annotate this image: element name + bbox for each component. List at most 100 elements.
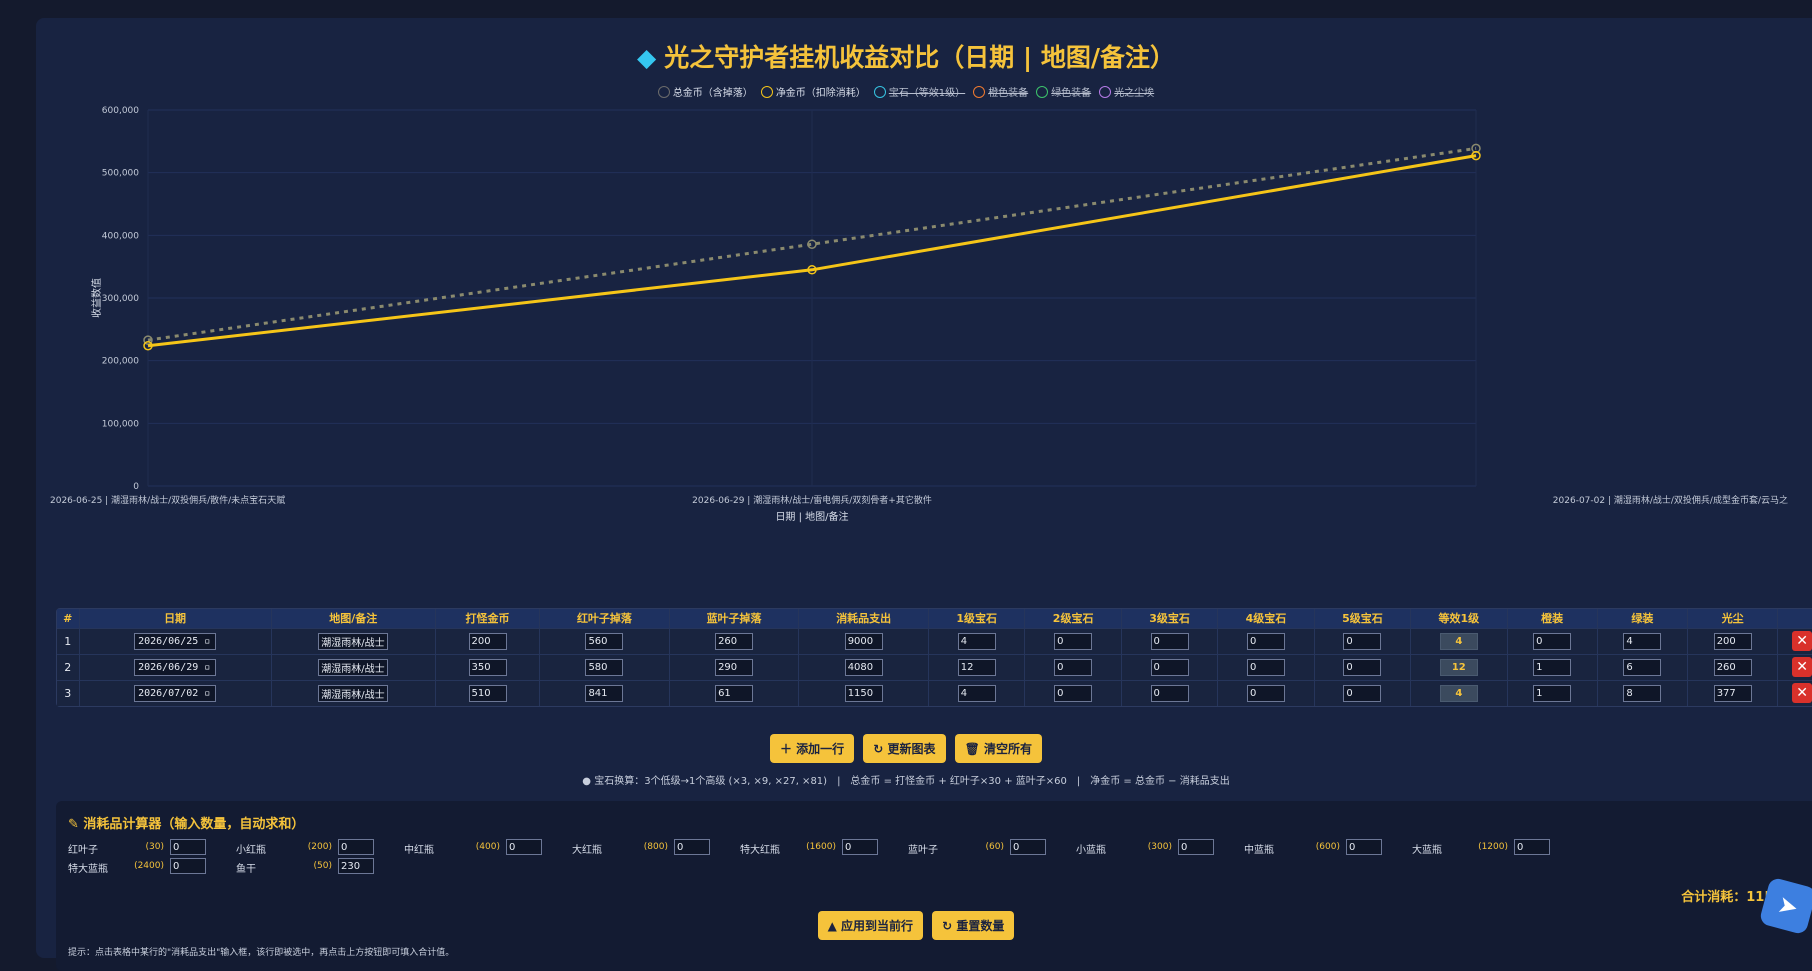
gold-input[interactable] bbox=[468, 684, 507, 702]
legend-item[interactable]: 绿色装备 bbox=[1036, 84, 1091, 99]
gold-input[interactable] bbox=[468, 632, 507, 650]
g5-input[interactable] bbox=[1343, 684, 1382, 702]
map-input[interactable] bbox=[318, 632, 389, 650]
legend-item[interactable]: 橙色装备 bbox=[973, 84, 1028, 99]
g2-input[interactable] bbox=[1054, 684, 1093, 702]
g4-cell bbox=[1217, 653, 1315, 680]
delete-row-icon[interactable]: ✕ bbox=[1792, 683, 1812, 704]
consumable-name: 大蓝瓶 bbox=[1412, 845, 1442, 856]
green-input[interactable] bbox=[1623, 684, 1662, 702]
reset-qty-button[interactable]: ↻ 重置数量 bbox=[932, 911, 1015, 940]
green-input[interactable] bbox=[1623, 658, 1662, 676]
date-input[interactable]: 2026/07/02 ▫ bbox=[134, 684, 217, 702]
map-cell bbox=[271, 627, 436, 654]
consumable-name: 中蓝瓶 bbox=[1244, 845, 1274, 856]
y-tick-label: 500,000 bbox=[102, 169, 139, 179]
blue-input[interactable] bbox=[715, 684, 754, 702]
legend-swatch bbox=[973, 86, 986, 98]
red-cell bbox=[539, 679, 670, 706]
orange-input[interactable] bbox=[1533, 684, 1572, 702]
consumable-qty-input[interactable] bbox=[1178, 839, 1214, 855]
eq-cell: 12 bbox=[1410, 653, 1508, 680]
delete-cell: ✕ bbox=[1777, 627, 1812, 654]
map-input[interactable] bbox=[318, 684, 389, 702]
legend-item[interactable]: 宝石（等效1级） bbox=[873, 84, 965, 99]
date-input[interactable]: 2026/06/29 ▫ bbox=[134, 658, 217, 676]
consumable-qty-input[interactable] bbox=[1010, 839, 1046, 855]
consumable-qty-input[interactable] bbox=[674, 839, 710, 855]
delete-row-icon[interactable]: ✕ bbox=[1792, 657, 1812, 677]
column-header: 红叶子掉落 bbox=[539, 609, 670, 628]
cons-input[interactable] bbox=[844, 658, 883, 676]
row-number: 1 bbox=[57, 627, 80, 654]
consumable-price: (1600) bbox=[806, 842, 836, 852]
g3-cell bbox=[1121, 679, 1219, 706]
g2-input[interactable] bbox=[1054, 658, 1093, 676]
legend-item[interactable]: 净金币（扣除消耗） bbox=[760, 84, 866, 99]
column-header: 2级宝石 bbox=[1024, 609, 1122, 628]
green-input[interactable] bbox=[1623, 632, 1662, 650]
consumable-price: (30) bbox=[145, 842, 164, 852]
date-input[interactable]: 2026/06/25 ▫ bbox=[134, 632, 217, 650]
column-header: # bbox=[57, 609, 80, 628]
column-header: 1级宝石 bbox=[928, 609, 1026, 628]
map-input[interactable] bbox=[318, 658, 389, 676]
consumable-qty-input[interactable] bbox=[506, 839, 542, 855]
g4-input[interactable] bbox=[1246, 684, 1285, 702]
consumable-price: (600) bbox=[1315, 842, 1340, 852]
red-input[interactable] bbox=[585, 658, 624, 676]
consumable-qty-input[interactable] bbox=[842, 839, 878, 855]
update-chart-button[interactable]: ↻ 更新图表 bbox=[863, 734, 946, 763]
consumable-qty-input[interactable] bbox=[1514, 839, 1550, 855]
orange-input[interactable] bbox=[1533, 632, 1572, 650]
g4-input[interactable] bbox=[1246, 658, 1285, 676]
clear-all-button[interactable]: 🗑 清空所有 bbox=[954, 734, 1043, 763]
g3-input[interactable] bbox=[1150, 684, 1189, 702]
consumable-name: 蓝叶子 bbox=[908, 845, 938, 856]
g3-input[interactable] bbox=[1150, 632, 1189, 650]
red-input[interactable] bbox=[585, 632, 624, 650]
consumable-price: (2400) bbox=[134, 861, 164, 871]
g5-input[interactable] bbox=[1343, 632, 1382, 650]
table-row: 3 2026/07/02 ▫ 4 ✕ bbox=[57, 679, 1812, 706]
orange-input[interactable] bbox=[1533, 658, 1572, 676]
dust-input[interactable] bbox=[1713, 658, 1752, 676]
add-row-button[interactable]: ＋ 添加一行 bbox=[769, 734, 855, 763]
legend-swatch bbox=[1036, 86, 1049, 98]
legend-swatch bbox=[873, 86, 886, 98]
g1-input[interactable] bbox=[957, 632, 996, 650]
consumable-item: 鱼干 (50) bbox=[236, 858, 396, 876]
column-header: 等效1级 bbox=[1410, 609, 1508, 628]
consumable-qty-input[interactable] bbox=[338, 858, 374, 874]
data-table: # 日期 地图/备注 打怪金币 红叶子掉落 蓝叶子掉落 消耗品支出 1级宝石 2级宝石 3级宝石 4… bbox=[57, 609, 1812, 706]
blue-input[interactable] bbox=[715, 632, 754, 650]
gold-input[interactable] bbox=[468, 658, 507, 676]
g1-input[interactable] bbox=[957, 658, 996, 676]
g1-input[interactable] bbox=[957, 684, 996, 702]
consumable-qty-input[interactable] bbox=[170, 839, 206, 855]
legend-item[interactable]: 光之尘埃 bbox=[1099, 84, 1154, 99]
apply-row-button[interactable]: ▲ 应用到当前行 bbox=[817, 911, 924, 940]
consumable-item: 蓝叶子 (60) bbox=[908, 839, 1068, 857]
dust-input[interactable] bbox=[1713, 632, 1752, 650]
g4-input[interactable] bbox=[1246, 632, 1285, 650]
blue-input[interactable] bbox=[715, 658, 754, 676]
legend-item[interactable]: 总金币（含掉落） bbox=[657, 84, 753, 99]
g3-input[interactable] bbox=[1150, 658, 1189, 676]
chart-legend: 总金币（含掉落） 净金币（扣除消耗） 宝石（等效1级） 橙色装备 绿色装备 光之尘埃 bbox=[36, 84, 1776, 99]
column-header: 地图/备注 bbox=[271, 609, 436, 628]
g5-input[interactable] bbox=[1343, 658, 1382, 676]
red-input[interactable] bbox=[585, 684, 624, 702]
consumable-qty-input[interactable] bbox=[170, 858, 206, 874]
consumable-qty-input[interactable] bbox=[338, 839, 374, 855]
cons-input[interactable] bbox=[844, 632, 883, 650]
delete-row-icon[interactable]: ✕ bbox=[1792, 631, 1812, 651]
consumable-qty-input[interactable] bbox=[1346, 839, 1382, 855]
table-row: 2 2026/06/29 ▫ 12 ✕ bbox=[57, 653, 1812, 680]
g2-input[interactable] bbox=[1054, 632, 1093, 650]
column-header: 打怪金币 bbox=[435, 609, 541, 628]
orange-cell bbox=[1507, 627, 1598, 654]
cons-input[interactable] bbox=[844, 684, 883, 702]
dust-input[interactable] bbox=[1713, 684, 1752, 702]
g5-cell bbox=[1314, 679, 1412, 706]
